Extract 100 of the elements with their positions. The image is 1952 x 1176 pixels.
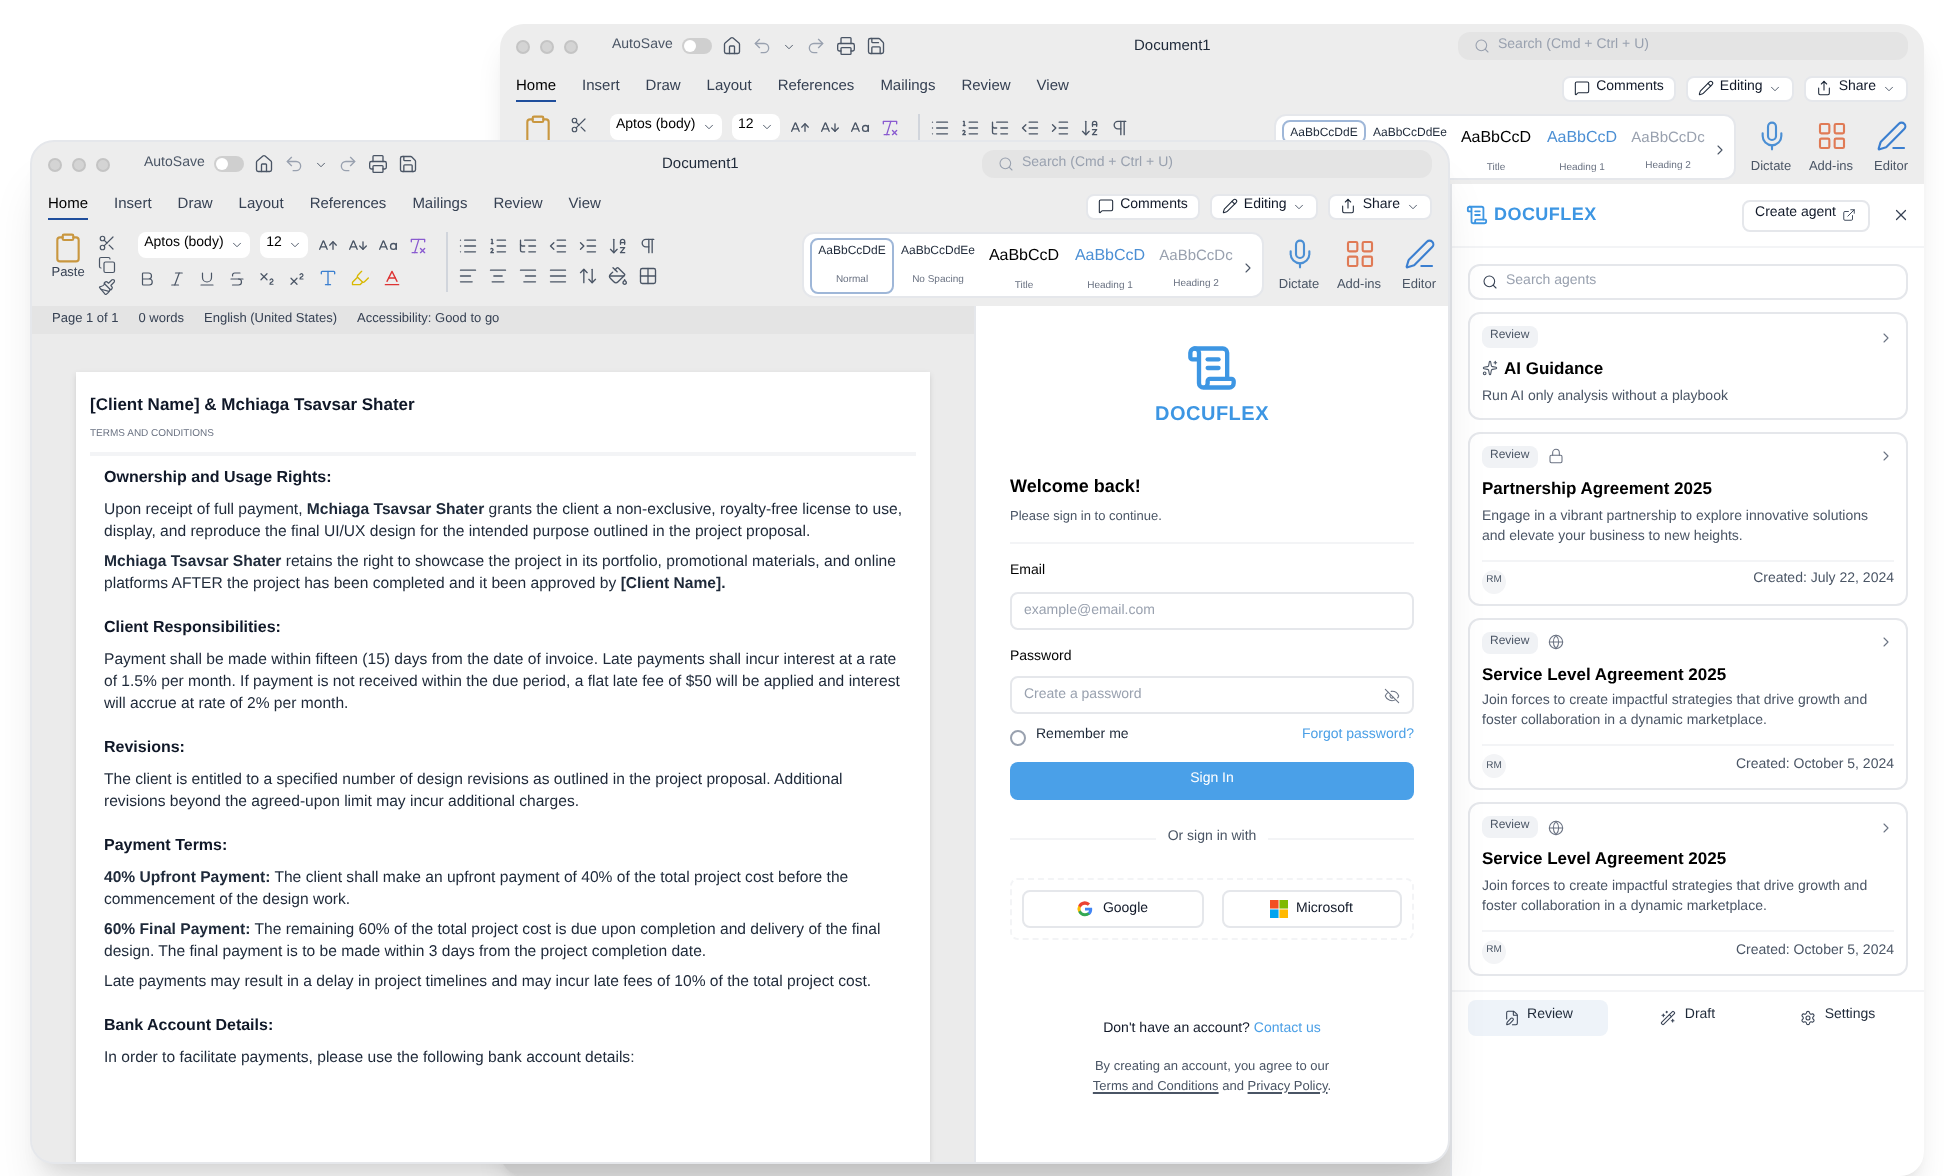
google-logo-icon xyxy=(1076,900,1095,919)
line-spacing-icon[interactable] xyxy=(578,266,598,286)
align-center-icon[interactable] xyxy=(488,266,508,286)
print-icon[interactable] xyxy=(836,36,857,56)
bullet-list-icon[interactable] xyxy=(930,118,950,138)
caret-icon[interactable] xyxy=(782,39,797,53)
chevron-right-icon[interactable] xyxy=(1878,329,1894,345)
shrink-font-icon[interactable] xyxy=(348,235,369,255)
text-effects-icon[interactable] xyxy=(318,268,339,288)
autosave-toggle[interactable] xyxy=(682,38,713,54)
pen-icon xyxy=(1403,238,1435,270)
shrink-font-icon[interactable] xyxy=(820,117,840,137)
caret-icon[interactable] xyxy=(314,157,329,171)
caret-icon xyxy=(1768,81,1783,95)
comment-icon xyxy=(1574,80,1591,96)
brand-name: DOCUFLEX xyxy=(1155,402,1269,430)
grid-icon xyxy=(1343,238,1375,270)
indent-icon[interactable] xyxy=(1050,118,1070,138)
caret-icon xyxy=(1406,199,1420,213)
remember-checkbox[interactable] xyxy=(1010,729,1026,745)
section-heading: Revisions: xyxy=(104,736,187,761)
clear-format-icon[interactable] xyxy=(408,235,429,255)
comment-icon xyxy=(1098,198,1115,214)
superscript-icon[interactable] xyxy=(288,269,307,287)
caret-icon xyxy=(702,120,716,134)
section-heading: Payment Terms: xyxy=(104,834,230,859)
justify-icon[interactable] xyxy=(548,266,568,286)
outdent-icon[interactable] xyxy=(1020,118,1040,138)
wand-icon xyxy=(1660,1009,1677,1025)
home-icon[interactable] xyxy=(722,36,743,56)
subscript-icon[interactable] xyxy=(258,269,277,287)
pen-icon xyxy=(1875,120,1907,152)
external-link-icon xyxy=(1842,208,1856,222)
indent-icon[interactable] xyxy=(578,236,598,256)
multilevel-list-icon[interactable] xyxy=(990,118,1010,138)
numbered-list-icon[interactable] xyxy=(960,118,980,138)
agent-title: Service Level Agreement 2025 xyxy=(1482,846,1727,872)
sort-icon[interactable] xyxy=(608,236,628,256)
section-heading: Ownership and Usage Rights: xyxy=(104,466,334,491)
underline-icon[interactable] xyxy=(198,269,217,287)
grid-icon xyxy=(1815,120,1847,152)
clear-format-icon[interactable] xyxy=(880,117,900,137)
brush-icon[interactable] xyxy=(98,278,117,296)
chevron-right-icon[interactable] xyxy=(1712,141,1728,157)
save-icon[interactable] xyxy=(398,154,419,174)
clipboard-icon xyxy=(52,232,85,264)
shading-icon[interactable] xyxy=(608,266,628,286)
save-icon[interactable] xyxy=(866,36,887,56)
caret-icon xyxy=(288,238,303,252)
globe-icon xyxy=(1547,634,1564,650)
chevron-right-icon[interactable] xyxy=(1878,448,1894,465)
scissors-icon[interactable] xyxy=(570,116,588,134)
lock-icon xyxy=(1547,448,1564,465)
style-sample: AaBbCcD xyxy=(1074,244,1146,268)
welcome-heading: Welcome back! xyxy=(1010,474,1143,500)
numbered-list-icon[interactable] xyxy=(488,236,508,256)
agent-title: AI Guidance xyxy=(1504,356,1604,382)
copy-icon[interactable] xyxy=(98,256,117,274)
align-left-icon[interactable] xyxy=(458,266,478,286)
section-heading: Client Responsibilities: xyxy=(104,616,283,641)
pencil-icon xyxy=(1697,80,1714,96)
italic-icon[interactable] xyxy=(168,269,187,287)
caret-icon xyxy=(760,120,774,134)
font-color-icon[interactable] xyxy=(382,268,403,288)
microsoft-logo-icon xyxy=(1270,900,1289,919)
section-heading: Bank Account Details: xyxy=(104,1014,276,1039)
settings-icon xyxy=(1800,1009,1817,1025)
sparkle-icon xyxy=(1482,360,1498,377)
print-icon[interactable] xyxy=(368,154,389,174)
borders-icon[interactable] xyxy=(638,266,658,286)
change-case-icon[interactable] xyxy=(378,235,399,255)
eye-off-icon[interactable] xyxy=(1384,687,1400,704)
scissors-icon[interactable] xyxy=(98,234,117,252)
home-icon[interactable] xyxy=(254,154,275,174)
outdent-icon[interactable] xyxy=(548,236,568,256)
chevron-right-icon[interactable] xyxy=(1878,819,1894,836)
change-case-icon[interactable] xyxy=(850,117,870,137)
bold-icon[interactable] xyxy=(138,269,157,287)
caret-icon xyxy=(1292,199,1307,213)
agent-title: Service Level Agreement 2025 xyxy=(1482,661,1727,687)
brand-name: DOCUFLEX xyxy=(1494,201,1597,228)
pilcrow-icon[interactable] xyxy=(638,236,658,256)
grow-font-icon[interactable] xyxy=(790,117,810,137)
file-pen-icon xyxy=(1503,1009,1520,1025)
close-icon[interactable] xyxy=(1892,206,1910,224)
style-sample: AaBbCcD xyxy=(1546,126,1618,150)
multilevel-list-icon[interactable] xyxy=(518,236,538,256)
pencil-icon xyxy=(1221,198,1238,214)
align-right-icon[interactable] xyxy=(518,266,538,286)
pilcrow-icon[interactable] xyxy=(1110,118,1130,138)
bullet-list-icon[interactable] xyxy=(458,236,478,256)
globe-icon xyxy=(1547,819,1564,836)
strikethrough-icon[interactable] xyxy=(228,269,247,287)
caret-icon xyxy=(1882,81,1896,95)
autosave-toggle[interactable] xyxy=(214,156,245,172)
search-icon xyxy=(1482,274,1498,290)
sort-icon[interactable] xyxy=(1080,118,1100,138)
grow-font-icon[interactable] xyxy=(318,235,339,255)
chevron-right-icon[interactable] xyxy=(1878,634,1894,650)
chevron-right-icon[interactable] xyxy=(1240,259,1256,275)
